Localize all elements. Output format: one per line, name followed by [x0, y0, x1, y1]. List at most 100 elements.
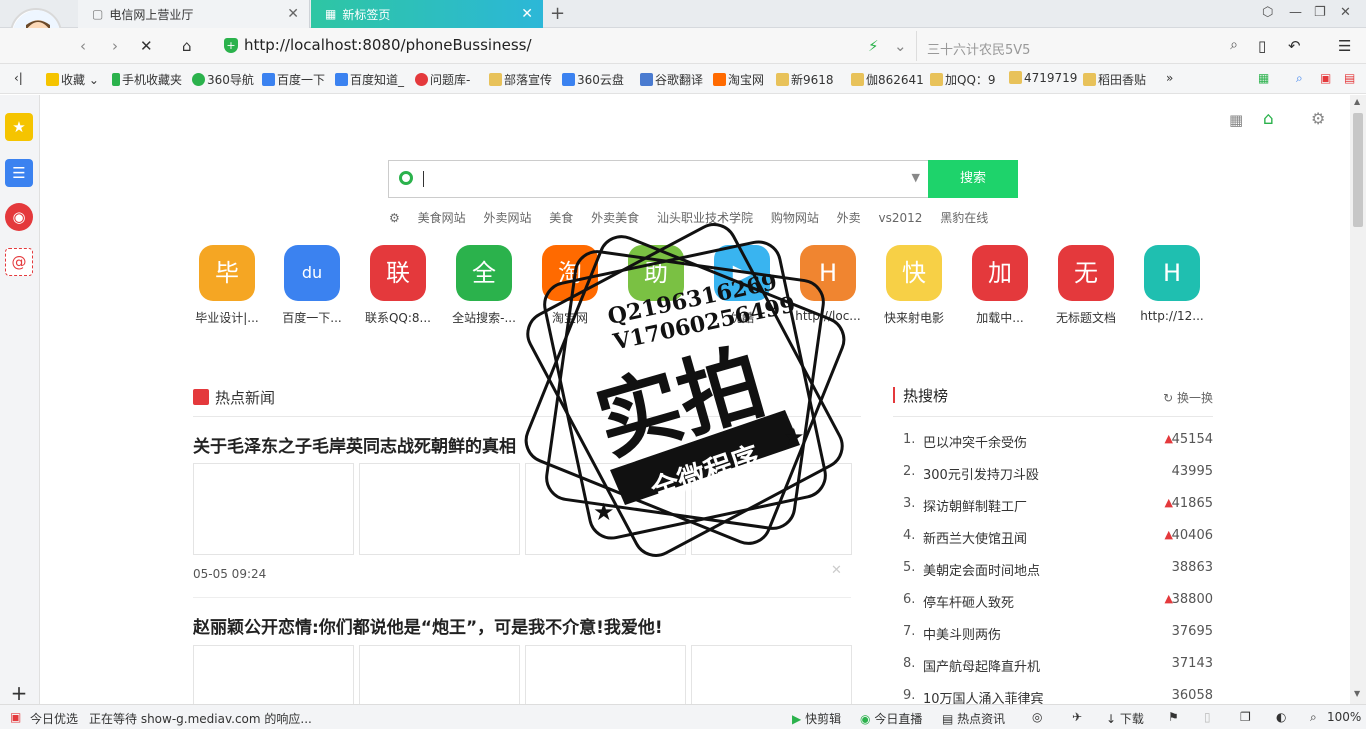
close-icon[interactable]: ✕	[831, 563, 842, 578]
app-tile[interactable]: 联联系QQ:8...	[358, 245, 438, 326]
quick-edit-button[interactable]: ▶ 快剪辑	[792, 710, 841, 727]
speed-icon[interactable]: ◎	[1032, 710, 1042, 724]
gear-icon[interactable]: ⚙	[1311, 109, 1325, 128]
bookmark-item[interactable]: 百度一下	[262, 71, 325, 88]
hot-news-button[interactable]: ▤ 热点资讯	[942, 710, 1005, 727]
tab-title: 电信网上营业厅	[109, 7, 194, 22]
scrollbar[interactable]: ▲ ▼	[1350, 95, 1366, 704]
home-icon[interactable]: ⌂	[182, 37, 192, 55]
news-list-icon[interactable]: ☰	[5, 159, 33, 187]
app-label: 毕业设计|...	[195, 311, 259, 325]
scroll-up-icon[interactable]: ▲	[1354, 97, 1360, 106]
hot-word-link[interactable]: vs2012	[879, 211, 923, 225]
search-icon[interactable]: ⌕	[1230, 37, 1238, 53]
bookmark-item[interactable]: 百度知道_	[335, 71, 404, 88]
search-button[interactable]: 搜索	[928, 160, 1018, 198]
bookmark-folder[interactable]: 新9618	[776, 71, 834, 88]
zoom-icon[interactable]: ⌕	[1296, 71, 1303, 86]
flag-icon[interactable]: ⚑	[1168, 710, 1179, 724]
tab-telecom[interactable]: ▢ 电信网上营业厅 ✕	[78, 0, 310, 28]
app-tile[interactable]: 加加载中...	[960, 245, 1040, 326]
app-tile[interactable]: du 百度一下...	[272, 245, 352, 326]
tab-new[interactable]: ▦ 新标签页 ✕	[311, 0, 543, 28]
restore-button[interactable]: ❐	[1314, 5, 1326, 20]
add-icon[interactable]: +	[5, 679, 33, 707]
phone-icon[interactable]: ▯	[1258, 37, 1266, 55]
scrollbar-thumb[interactable]	[1353, 113, 1363, 227]
home-icon[interactable]: ⌂	[1263, 109, 1274, 129]
forward-button[interactable]: ›	[112, 37, 118, 55]
news-headline[interactable]: 关于毛泽东之子毛岸英同志战死朝鲜的真相	[193, 432, 516, 457]
bookmarks-toggle-icon[interactable]: ‹|	[14, 71, 23, 85]
bookmark-item[interactable]: 360导航	[192, 71, 254, 88]
bookmark-favorites[interactable]: 收藏 ⌄	[46, 71, 99, 88]
app-tile[interactable]: Hhttp://12...	[1132, 245, 1212, 323]
clean-icon[interactable]: ✈	[1072, 710, 1082, 724]
bookmark-folder[interactable]: 稻田香贴	[1083, 71, 1146, 88]
hot-word-link[interactable]: 黑豹在线	[940, 211, 988, 225]
news-thumbnail[interactable]	[525, 645, 686, 704]
bookmark-folder[interactable]: 加QQ：9	[930, 71, 996, 88]
favorites-star-icon[interactable]: ★	[5, 113, 33, 141]
bookmark-item[interactable]: 360云盘	[562, 71, 624, 88]
today-pick[interactable]: 今日优选	[30, 710, 78, 727]
close-icon[interactable]: ✕	[521, 6, 533, 22]
more-bookmarks-icon[interactable]: »	[1166, 71, 1173, 85]
gift-icon[interactable]: ▤	[1344, 71, 1355, 85]
bookmark-item[interactable]: 问题库-	[415, 71, 470, 88]
news-headline[interactable]: 赵丽颖公开恋情:你们都说他是“炮王”，可是我不介意!我爱他!	[193, 613, 663, 638]
menu-icon[interactable]: ☰	[1338, 37, 1351, 55]
undo-icon[interactable]: ↶	[1288, 37, 1301, 55]
app-tile[interactable]: 毕毕业设计|...	[187, 245, 267, 326]
skin-icon[interactable]: ⬡	[1262, 5, 1273, 20]
gear-icon[interactable]: ⚙	[389, 211, 400, 225]
search-input[interactable]: ▼	[388, 160, 928, 198]
bookmark-item[interactable]: 手机收藏夹	[112, 71, 182, 88]
chevron-down-icon[interactable]: ▼	[912, 171, 920, 184]
app-tile[interactable]: 无无标题文档	[1046, 245, 1126, 326]
zoom-icon[interactable]: ⌕	[1310, 710, 1317, 725]
bookmark-item[interactable]: 谷歌翻译	[640, 71, 703, 88]
email-icon[interactable]: @	[5, 248, 33, 276]
app-tile[interactable]: 全全站搜索-...	[444, 245, 524, 326]
news-thumbnail[interactable]	[691, 645, 852, 704]
chevron-down-icon[interactable]: ⌄	[894, 37, 907, 55]
apps-icon[interactable]: ▦	[1258, 71, 1269, 85]
live-button[interactable]: ◉ 今日直播	[860, 710, 922, 727]
news-time: 05-05 09:24	[193, 567, 267, 581]
refresh-button[interactable]: ↻ 换一换	[1163, 389, 1213, 406]
bookmark-folder[interactable]: 部落宣传	[489, 71, 552, 88]
volume-icon[interactable]: ◐	[1276, 710, 1286, 724]
bookmark-folder[interactable]: 伽862641	[851, 71, 924, 88]
new-tab-button[interactable]: +	[550, 3, 565, 24]
search-input[interactable]: 三十六计农民5V5	[927, 39, 1030, 58]
bookmark-folder[interactable]: 4719719	[1009, 71, 1077, 85]
app-label: 加载中...	[976, 311, 1024, 325]
lightning-icon[interactable]: ⚡	[868, 37, 879, 55]
bookmarks-bar: ‹| 收藏 ⌄ 手机收藏夹 360导航 百度一下 百度知道_ 问题库- 部落宣传…	[0, 64, 1366, 94]
app-tile[interactable]: 快快来射电影	[874, 245, 954, 326]
close-icon[interactable]: ✕	[287, 6, 299, 22]
back-button[interactable]: ‹	[80, 37, 86, 55]
stop-button[interactable]: ✕	[140, 37, 153, 55]
news-thumbnail[interactable]	[193, 463, 354, 555]
close-window-button[interactable]: ✕	[1340, 5, 1351, 20]
zoom-level[interactable]: 100%	[1327, 710, 1361, 724]
window-icon[interactable]: ❐	[1240, 710, 1251, 724]
hot-word-link[interactable]: 美食网站	[418, 211, 466, 225]
status-bar: ▣ 今日优选 正在等待 show-g.mediav.com 的响应... ▶ 快…	[0, 704, 1366, 729]
tv-icon[interactable]: ▣	[1320, 71, 1331, 85]
news-thumbnail[interactable]	[359, 463, 520, 555]
bookmark-item[interactable]: 淘宝网	[713, 71, 764, 88]
download-button[interactable]: ↓ 下载	[1106, 710, 1144, 727]
scroll-down-icon[interactable]: ▼	[1354, 689, 1360, 698]
mobile-icon[interactable]: ▯	[1204, 710, 1211, 724]
minimize-button[interactable]: —	[1289, 5, 1302, 20]
url-field[interactable]: http://localhost:8080/phoneBussiness/	[244, 36, 532, 54]
news-thumbnails[interactable]	[193, 645, 853, 704]
news-thumbnail[interactable]	[359, 645, 520, 704]
news-thumbnail[interactable]	[193, 645, 354, 704]
weibo-icon[interactable]: ◉	[5, 203, 33, 231]
grid-icon[interactable]: ▦	[1229, 111, 1243, 129]
search-box[interactable]: 三十六计农民5V5 ⌕	[916, 31, 1242, 61]
